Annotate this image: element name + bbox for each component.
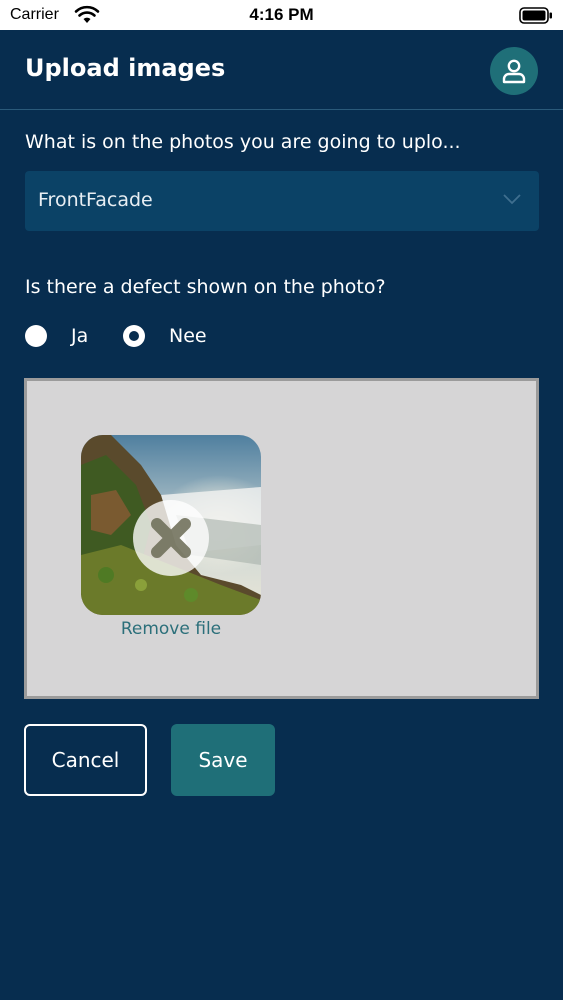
radio-label-nee: Nee <box>169 325 207 347</box>
remove-file-button[interactable] <box>133 500 209 576</box>
save-button[interactable]: Save <box>171 724 275 796</box>
user-icon <box>502 59 526 84</box>
defect-question: Is there a defect shown on the photo? <box>25 276 386 298</box>
app-header: Upload images <box>0 30 563 110</box>
profile-button[interactable] <box>490 47 538 95</box>
radio-ja[interactable] <box>25 325 47 347</box>
chevron-down-icon <box>503 194 521 205</box>
radio-label-ja: Ja <box>71 325 89 347</box>
battery-icon <box>519 7 552 24</box>
radio-option-ja[interactable]: Ja <box>25 323 88 349</box>
uploaded-image-thumbnail <box>81 435 261 615</box>
photo-subject-selected-value: FrontFacade <box>38 189 153 211</box>
upload-dropzone[interactable]: Remove file <box>24 378 539 699</box>
photo-subject-question: What is on the photos you are going to u… <box>25 131 461 153</box>
radio-nee[interactable] <box>123 325 145 347</box>
close-icon <box>151 518 191 558</box>
photo-subject-select[interactable]: FrontFacade <box>25 171 539 231</box>
status-time: 4:16 PM <box>249 5 314 24</box>
status-bar: Carrier 4:16 PM <box>0 0 563 30</box>
remove-file-link[interactable]: Remove file <box>81 619 261 639</box>
cancel-button[interactable]: Cancel <box>24 724 147 796</box>
radio-option-nee[interactable]: Nee <box>123 323 207 349</box>
page-title: Upload images <box>25 54 226 82</box>
